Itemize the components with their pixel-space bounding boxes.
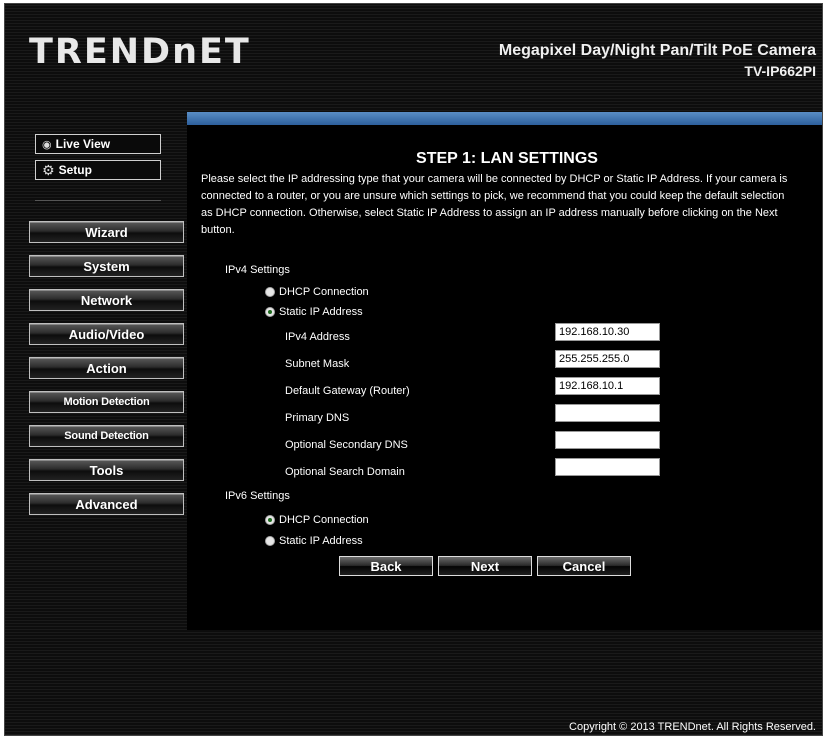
- secondary-dns-label: Optional Secondary DNS: [285, 439, 408, 451]
- ipv6-settings-label: IPv6 Settings: [225, 490, 290, 502]
- ipv4-settings-label: IPv4 Settings: [225, 264, 290, 276]
- wizard-panel: STEP 1: LAN SETTINGS Please select the I…: [187, 125, 822, 630]
- step-title: STEP 1: LAN SETTINGS: [416, 150, 598, 167]
- default-gateway-input[interactable]: [555, 377, 660, 395]
- primary-dns-label: Primary DNS: [285, 412, 350, 424]
- product-header: Megapixel Day/Night Pan/Tilt PoE Camera …: [499, 42, 816, 79]
- ipv4-static-label: Static IP Address: [279, 306, 363, 318]
- ipv4-dhcp-radio[interactable]: DHCP Connection: [265, 286, 369, 298]
- accent-bar: [187, 112, 822, 125]
- gear-icon: ⚙: [42, 161, 55, 178]
- ipv6-static-label: Static IP Address: [279, 535, 363, 547]
- sidebar-item-wizard[interactable]: Wizard: [29, 221, 184, 243]
- product-model: TV-IP662PI: [744, 63, 816, 79]
- product-title: Megapixel Day/Night Pan/Tilt PoE Camera: [498, 42, 816, 59]
- live-view-label: Live View: [55, 137, 111, 151]
- radio-checked-icon: [265, 515, 275, 525]
- radio-checked-icon: [265, 307, 275, 317]
- radio-icon: [265, 536, 275, 546]
- sidebar-item-audio-video[interactable]: Audio/Video: [29, 323, 184, 345]
- next-button[interactable]: Next: [438, 556, 532, 576]
- live-view-button[interactable]: ◉ Live View: [35, 134, 161, 154]
- search-domain-input[interactable]: [555, 458, 660, 476]
- sidebar-item-tools[interactable]: Tools: [29, 459, 184, 481]
- ipv4-static-radio[interactable]: Static IP Address: [265, 306, 363, 318]
- sidebar-item-system[interactable]: System: [29, 255, 184, 277]
- search-domain-label: Optional Search Domain: [285, 466, 405, 478]
- sidebar-item-network[interactable]: Network: [29, 289, 184, 311]
- ipv4-address-input[interactable]: [555, 323, 660, 341]
- secondary-dns-input[interactable]: [555, 431, 660, 449]
- default-gateway-label: Default Gateway (Router): [285, 385, 410, 397]
- sidebar-nav: Wizard System Network Audio/Video Action…: [29, 221, 184, 527]
- copyright-text: Copyright © 2013 TRENDnet. All Rights Re…: [569, 721, 816, 733]
- app-frame: TRENDnET Megapixel Day/Night Pan/Tilt Po…: [4, 3, 823, 736]
- sidebar-item-advanced[interactable]: Advanced: [29, 493, 184, 515]
- sidebar-item-motion-detection[interactable]: Motion Detection: [29, 391, 184, 413]
- back-button[interactable]: Back: [339, 556, 433, 576]
- eye-icon: ◉: [42, 138, 52, 151]
- setup-label: Setup: [58, 163, 92, 177]
- brand-logo: TRENDnET: [29, 32, 251, 72]
- step-description: Please select the IP addressing type tha…: [201, 173, 788, 236]
- view-switcher: ◉ Live View ⚙ Setup: [35, 128, 161, 201]
- cancel-button[interactable]: Cancel: [537, 556, 631, 576]
- subnet-mask-input[interactable]: [555, 350, 660, 368]
- radio-icon: [265, 287, 275, 297]
- sidebar-item-action[interactable]: Action: [29, 357, 184, 379]
- ipv6-dhcp-radio[interactable]: DHCP Connection: [265, 514, 369, 526]
- sidebar-item-sound-detection[interactable]: Sound Detection: [29, 425, 184, 447]
- ipv6-static-radio[interactable]: Static IP Address: [265, 535, 363, 547]
- ipv6-dhcp-label: DHCP Connection: [279, 514, 369, 526]
- ipv4-dhcp-label: DHCP Connection: [279, 286, 369, 298]
- primary-dns-input[interactable]: [555, 404, 660, 422]
- subnet-mask-label: Subnet Mask: [285, 358, 350, 370]
- ipv4-address-label: IPv4 Address: [285, 331, 350, 343]
- setup-button[interactable]: ⚙ Setup: [35, 160, 161, 180]
